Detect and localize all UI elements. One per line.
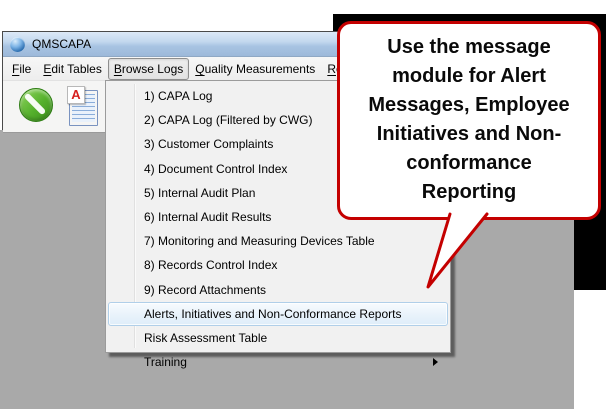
menu-item-8-records-control-index[interactable]: 8) Records Control Index xyxy=(108,253,448,277)
prohibition-icon[interactable] xyxy=(19,88,53,122)
adobe-a-badge: A xyxy=(67,86,85,104)
window-title: QMSCAPA xyxy=(32,37,91,51)
menu-item-alerts-initiatives-and-non-conformance-reports[interactable]: Alerts, Initiatives and Non-Conformance … xyxy=(108,302,448,326)
callout-text-line: Initiatives and Non- xyxy=(340,120,598,149)
menubar-item-file[interactable]: File xyxy=(6,58,37,80)
callout-text-line: Use the message xyxy=(340,33,598,62)
menubar-item-edit-tables[interactable]: Edit Tables xyxy=(37,58,108,80)
callout-text-line: conformance xyxy=(340,149,598,178)
adobe-document-icon[interactable]: A xyxy=(67,86,98,119)
menu-bar: FileEdit TablesBrowse LogsQuality Measur… xyxy=(3,57,338,81)
menubar-item-quality-measurements[interactable]: Quality Measurements xyxy=(189,58,321,80)
menu-item-7-monitoring-and-measuring-devices-table[interactable]: 7) Monitoring and Measuring Devices Tabl… xyxy=(108,229,448,253)
menu-item-9-record-attachments[interactable]: 9) Record Attachments xyxy=(108,278,448,302)
menubar-item-browse-logs[interactable]: Browse Logs xyxy=(108,58,189,80)
callout-text-line: module for Alert xyxy=(340,62,598,91)
app-icon xyxy=(10,37,25,52)
menu-item-risk-assessment-table[interactable]: Risk Assessment Table xyxy=(108,326,448,350)
callout-text-line: Reporting xyxy=(340,178,598,207)
title-bar[interactable]: QMSCAPA xyxy=(3,32,338,57)
menubar-item-reports[interactable]: Reports xyxy=(321,58,338,80)
callout-text-line: Messages, Employee xyxy=(340,91,598,120)
menu-item-training[interactable]: Training xyxy=(108,350,448,374)
callout-bubble: Use the messagemodule for AlertMessages,… xyxy=(337,21,601,220)
